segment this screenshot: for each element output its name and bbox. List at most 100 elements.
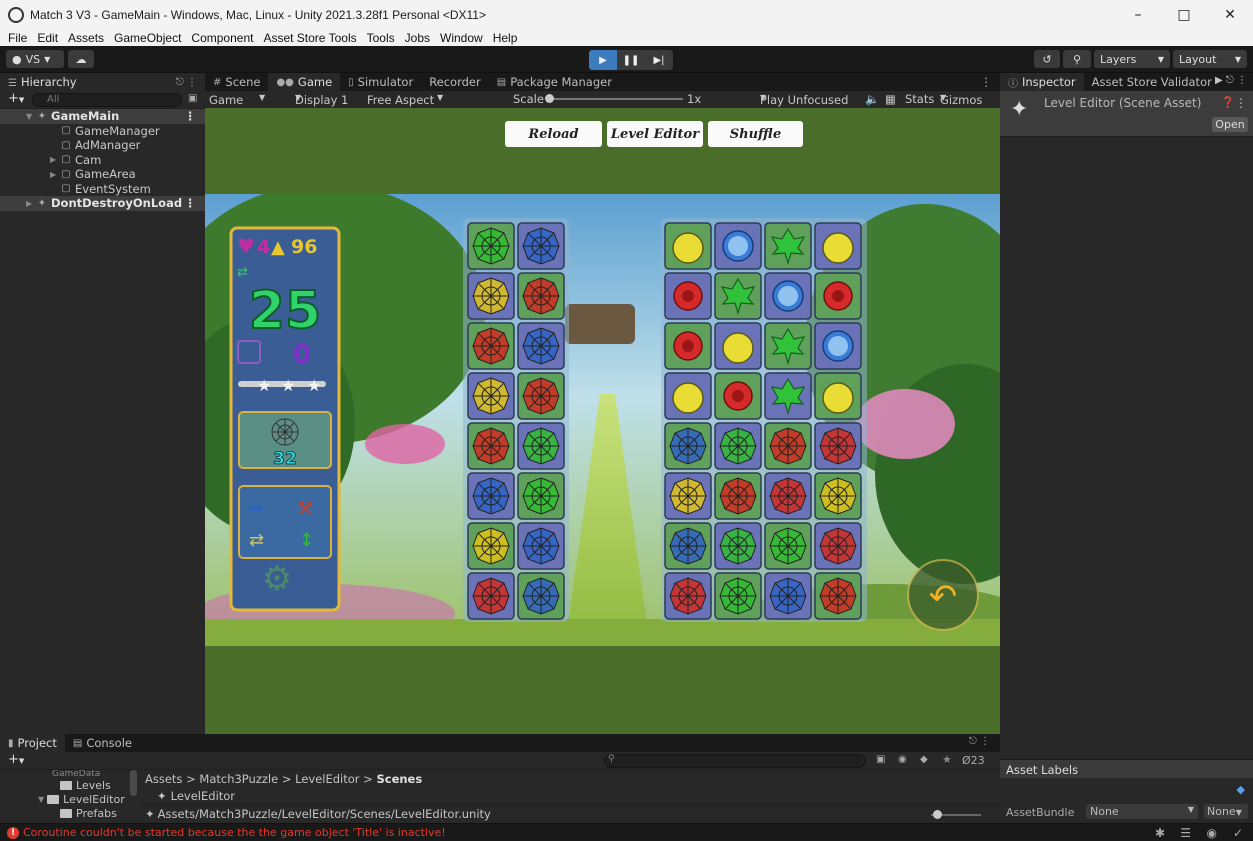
menu-jobs[interactable]: Jobs bbox=[400, 31, 435, 45]
layers-dropdown[interactable]: Layers ▼ bbox=[1094, 50, 1170, 68]
expand-arrow-icon[interactable]: ▶ bbox=[50, 170, 60, 179]
settings-gear-icon[interactable]: ⚙ bbox=[262, 559, 292, 599]
tab-inspector[interactable]: ⓘ Inspector bbox=[1000, 73, 1084, 91]
shuffle-button[interactable]: Shuffle bbox=[708, 121, 803, 147]
keyboard-icon[interactable]: ▦ bbox=[885, 92, 896, 106]
maximize-button[interactable]: □ bbox=[1161, 0, 1207, 30]
icon-size-slider-handle[interactable] bbox=[933, 810, 942, 819]
tab-recorder[interactable]: Recorder bbox=[421, 73, 489, 91]
add-object-button[interactable]: +▼ bbox=[8, 91, 24, 106]
breadcrumb-match3puzzle[interactable]: Match3Puzzle bbox=[199, 772, 278, 786]
asset-bundle-dropdown[interactable]: None ▼ bbox=[1086, 804, 1198, 819]
folder-leveleditor[interactable]: ▼ LevelEditor bbox=[0, 792, 128, 806]
menu-help[interactable]: Help bbox=[488, 31, 523, 45]
booster-hammer-icon[interactable]: ⚒ bbox=[297, 498, 313, 519]
mute-audio-icon[interactable]: 🔈 bbox=[865, 92, 879, 106]
back-arrow-icon[interactable]: ↶ bbox=[929, 577, 958, 617]
tab-console[interactable]: ▤ Console bbox=[65, 734, 140, 752]
folder-levels[interactable]: Levels bbox=[0, 778, 128, 792]
hierarchy-item-gamemanager[interactable]: ▢ GameManager bbox=[0, 124, 205, 139]
favorite-star-icon[interactable]: ★ bbox=[942, 753, 952, 766]
hierarchy-item-gamearea[interactable]: ▶ ▢ GameArea bbox=[0, 167, 205, 182]
lock-icon[interactable]: ⎋ ⋮ bbox=[969, 736, 990, 747]
bug-report-icon[interactable]: ✱ bbox=[1155, 826, 1165, 840]
expand-arrow-icon[interactable]: ▶ bbox=[26, 199, 36, 208]
filter-icon[interactable]: ▣ bbox=[188, 93, 197, 104]
undo-history-button[interactable]: ↺ bbox=[1034, 50, 1060, 68]
project-splitter-scrollbar[interactable] bbox=[130, 770, 137, 796]
spider-web-icon bbox=[669, 427, 707, 465]
reload-button[interactable]: Reload bbox=[505, 121, 602, 147]
play-button[interactable]: ▶ bbox=[589, 50, 617, 70]
scale-slider[interactable] bbox=[547, 98, 683, 100]
console-icon: ▤ bbox=[72, 737, 83, 749]
expand-arrow-icon[interactable]: ▼ bbox=[26, 112, 36, 121]
open-button[interactable]: Open bbox=[1212, 117, 1248, 132]
asset-variant-dropdown[interactable]: None▼ bbox=[1204, 804, 1248, 819]
hidden-packages-count[interactable]: Ø23 bbox=[962, 754, 985, 767]
menu-component[interactable]: Component bbox=[186, 31, 258, 45]
tab-scene[interactable]: # Scene bbox=[205, 73, 268, 91]
scale-slider-handle[interactable] bbox=[545, 94, 554, 103]
breadcrumb-assets[interactable]: Assets bbox=[145, 772, 182, 786]
tab-asset-store-validator[interactable]: Asset Store Validator bbox=[1084, 73, 1220, 91]
menu-window[interactable]: Window bbox=[435, 31, 488, 45]
breadcrumb-leveleditor[interactable]: LevelEditor bbox=[295, 772, 359, 786]
folder-prefabs[interactable]: Prefabs bbox=[0, 806, 128, 820]
menu-assets[interactable]: Assets bbox=[63, 31, 109, 45]
filter-by-label-icon[interactable]: ◉ bbox=[898, 754, 907, 765]
hierarchy-item-admanager[interactable]: ▢ AdManager bbox=[0, 138, 205, 153]
tab-hierarchy[interactable]: ☰ Hierarchy ⎋ ⋮ bbox=[0, 73, 205, 91]
expand-arrow-icon[interactable]: ▶ bbox=[50, 155, 60, 164]
asset-item-leveleditor[interactable]: ✦ LevelEditor bbox=[157, 789, 235, 803]
step-button[interactable]: ▶| bbox=[645, 50, 673, 70]
create-asset-button[interactable]: +▼ bbox=[8, 752, 24, 767]
stats-toggle[interactable]: Stats bbox=[905, 92, 934, 106]
more-icon[interactable]: ⋮ bbox=[981, 75, 993, 89]
console-error-message[interactable]: Coroutine couldn't be started because th… bbox=[23, 826, 446, 839]
tab-package-manager[interactable]: ▤ Package Manager bbox=[489, 73, 620, 91]
booster-horizontal-icon[interactable]: ➡ bbox=[249, 498, 264, 519]
more-icon[interactable]: ⋮ bbox=[185, 109, 197, 123]
game-canvas[interactable]: Reload Level Editor Shuffle ♥ 4 ▲ 96 ⇄ 2… bbox=[205, 108, 1000, 734]
cache-server-icon[interactable]: ◉ bbox=[1207, 826, 1217, 840]
hierarchy-item-eventsystem[interactable]: ▢ EventSystem bbox=[0, 182, 205, 197]
help-icon[interactable]: ❓ bbox=[1221, 96, 1235, 109]
account-dropdown[interactable]: ● VS ▼ bbox=[6, 50, 64, 68]
minimize-button[interactable]: – bbox=[1115, 0, 1161, 30]
label-tag-icon[interactable]: ◆ bbox=[1237, 783, 1245, 796]
level-editor-button[interactable]: Level Editor bbox=[607, 121, 703, 147]
lock-icon[interactable]: ⎋ ⋮ bbox=[176, 77, 197, 88]
tab-game[interactable]: ●● Game bbox=[268, 73, 341, 91]
inspector-title: Level Editor (Scene Asset) bbox=[1044, 96, 1202, 110]
menu-gameobject[interactable]: GameObject bbox=[109, 31, 186, 45]
menu-tools[interactable]: Tools bbox=[362, 31, 400, 45]
hierarchy-item-gamemain[interactable]: ▼ ✦ GameMain ⋮ bbox=[0, 109, 205, 124]
close-button[interactable]: ✕ bbox=[1207, 0, 1253, 30]
folder-gamedata[interactable]: GameData bbox=[0, 770, 128, 778]
menu-file[interactable]: File bbox=[0, 31, 32, 45]
tag-icon[interactable]: ◆ bbox=[920, 754, 928, 765]
stack-icon[interactable]: ☰ bbox=[1180, 826, 1191, 840]
pause-button[interactable]: ❚❚ bbox=[617, 50, 645, 70]
expand-arrow-icon[interactable]: ▼ bbox=[38, 795, 44, 804]
more-icon[interactable]: ▶ ⎋ ⋮ bbox=[1215, 75, 1247, 86]
breadcrumb-scenes[interactable]: Scenes bbox=[376, 772, 422, 786]
more-icon[interactable]: ⋮ bbox=[1235, 96, 1247, 110]
hierarchy-item-dontdestroyonload[interactable]: ▶ ✦ DontDestroyOnLoad ⋮ bbox=[0, 196, 205, 211]
hierarchy-item-cam[interactable]: ▶ ▢ Cam bbox=[0, 153, 205, 168]
project-search-input[interactable] bbox=[604, 754, 866, 768]
more-icon[interactable]: ⋮ bbox=[185, 196, 197, 210]
booster-swap-icon[interactable]: ⇄ bbox=[249, 530, 264, 551]
menu-edit[interactable]: Edit bbox=[32, 31, 63, 45]
tab-simulator[interactable]: ▯ Simulator bbox=[340, 73, 421, 91]
filter-by-type-icon[interactable]: ▣ bbox=[876, 754, 885, 765]
search-button[interactable]: ⚲ bbox=[1063, 50, 1091, 68]
progress-check-icon[interactable]: ✓ bbox=[1233, 826, 1243, 840]
layout-dropdown[interactable]: Layout ▼ bbox=[1173, 50, 1247, 68]
cloud-button[interactable]: ☁ bbox=[68, 50, 94, 68]
menu-asset-store-tools[interactable]: Asset Store Tools bbox=[258, 31, 361, 45]
tab-project[interactable]: ▮ Project bbox=[0, 734, 65, 752]
hierarchy-search-input[interactable]: All bbox=[32, 93, 182, 107]
booster-vertical-icon[interactable]: ↕ bbox=[299, 530, 314, 551]
